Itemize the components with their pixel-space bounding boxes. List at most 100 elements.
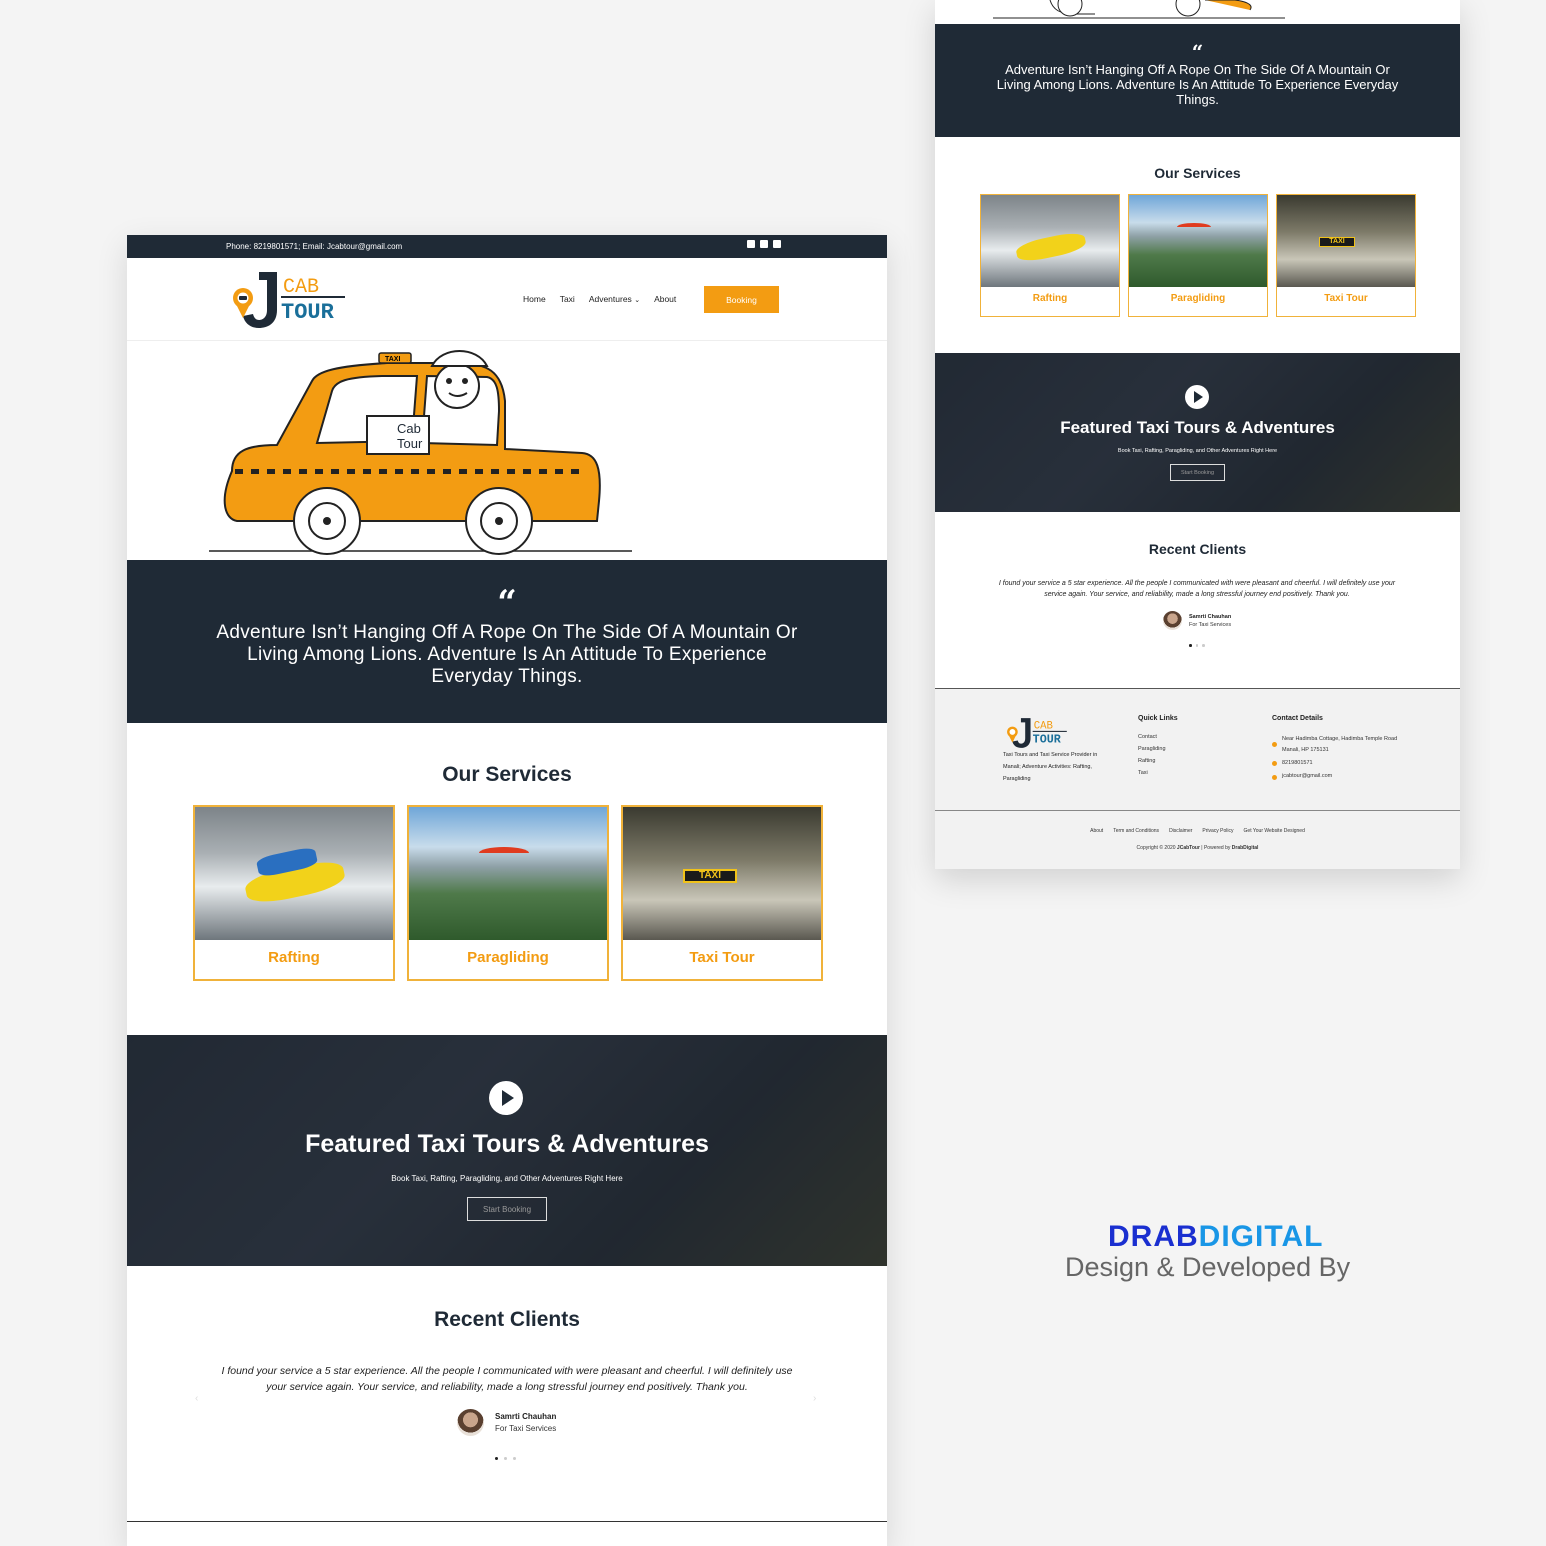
quote-text: Adventure Isn’t Hanging Off A Rope On Th… bbox=[216, 622, 798, 687]
chevron-left-icon[interactable]: ‹ bbox=[195, 1393, 198, 1404]
clients-heading: Recent Clients bbox=[434, 1308, 580, 1331]
hero-roof-sign: TAXI bbox=[385, 356, 400, 363]
footer-link-paragliding[interactable]: Paragliding bbox=[1138, 746, 1166, 752]
logo-tour-text: TOUR bbox=[1033, 733, 1062, 747]
copyright-prefix: Copyright © 2020 bbox=[1136, 845, 1177, 851]
clients-heading: Recent Clients bbox=[1148, 541, 1247, 557]
top-bar-contact: Phone: 8219801571; Email: Jcabtour@gmail… bbox=[226, 242, 403, 251]
brand-part-b: DIGITAL bbox=[1198, 1220, 1324, 1253]
copyright-mid: | Powered by bbox=[1199, 845, 1232, 851]
testimonial-author: Samrti Chauhan For Taxi Services bbox=[457, 1409, 556, 1436]
footer-address: Near Hadimba Cottage, Hadimba Temple Roa… bbox=[1282, 736, 1398, 753]
quote-mark-icon: “ bbox=[1191, 40, 1204, 64]
main-page-mockup: Phone: 8219801571; Email: Jcabtour@gmail… bbox=[127, 235, 887, 1546]
avatar bbox=[457, 1409, 484, 1436]
author-name: Samrti Chauhan bbox=[1189, 613, 1232, 620]
avatar bbox=[1163, 611, 1182, 630]
start-booking-button[interactable]: Start Booking bbox=[1170, 464, 1225, 481]
footer-bottom-links: About Term and Conditions Disclaimer Pri… bbox=[935, 828, 1460, 834]
services-cards: Rafting Paragliding TAXI Taxi Tour bbox=[980, 194, 1416, 317]
carousel-dot[interactable] bbox=[1202, 644, 1205, 647]
logo-tour-text: TOUR bbox=[281, 300, 335, 325]
quick-links-title: Quick Links bbox=[1138, 715, 1178, 722]
paragliding-image bbox=[1129, 195, 1267, 287]
nav-about[interactable]: About bbox=[654, 294, 676, 304]
footer-phone[interactable]: 8219801571 bbox=[1282, 760, 1313, 766]
service-label: Taxi Tour bbox=[1324, 293, 1368, 304]
start-booking-button[interactable]: Start Booking bbox=[467, 1197, 547, 1221]
carousel-dot[interactable] bbox=[513, 1457, 516, 1460]
service-card-paragliding[interactable]: Paragliding bbox=[1128, 194, 1268, 317]
chevron-down-icon: ⌄ bbox=[634, 297, 641, 304]
footer-bottom-link[interactable]: Get Your Website Designed bbox=[1244, 828, 1305, 834]
footer-link-rafting[interactable]: Rafting bbox=[1138, 758, 1155, 764]
footer-bottom-link[interactable]: Privacy Policy bbox=[1202, 828, 1233, 834]
service-card-rafting[interactable]: Rafting bbox=[193, 805, 395, 981]
footer-logo[interactable]: CAB TOUR bbox=[1003, 717, 1073, 749]
carousel-dot[interactable] bbox=[504, 1457, 507, 1460]
nav-adventures[interactable]: Adventures ⌄ bbox=[589, 294, 640, 304]
footer-bottom-link[interactable]: Term and Conditions bbox=[1113, 828, 1159, 834]
hero-sign-tour: Tour bbox=[397, 436, 423, 451]
featured-subtitle: Book Taxi, Rafting, Paragliding, and Oth… bbox=[391, 1174, 623, 1183]
phone-icon bbox=[1272, 761, 1277, 766]
testimonial-text: I found your service a 5 star experience… bbox=[221, 1365, 793, 1393]
footer-bottom-link[interactable]: Disclaimer bbox=[1169, 828, 1192, 834]
footer-link-contact[interactable]: Contact bbox=[1138, 734, 1157, 740]
carousel-dot[interactable] bbox=[495, 1457, 498, 1460]
service-card-rafting[interactable]: Rafting bbox=[980, 194, 1120, 317]
author-name: Samrti Chauhan bbox=[495, 1412, 557, 1421]
quote-banner: “ Adventure Isn’t Hanging Off A Rope On … bbox=[935, 24, 1460, 137]
rafting-image bbox=[195, 807, 393, 940]
footer-description: Taxi Tours and Taxi Service Provider in … bbox=[1003, 752, 1098, 782]
location-icon bbox=[1272, 742, 1277, 747]
copyright-powered[interactable]: DrabDigital bbox=[1232, 845, 1259, 851]
nav-taxi[interactable]: Taxi bbox=[560, 294, 575, 304]
service-label: Rafting bbox=[268, 949, 320, 966]
author-role: For Taxi Services bbox=[495, 1424, 557, 1433]
brand-part-a: DRAB bbox=[1108, 1220, 1199, 1253]
contact-details-title: Contact Details bbox=[1272, 715, 1323, 722]
instagram-icon[interactable] bbox=[760, 240, 768, 248]
author-role: For Taxi Services bbox=[1189, 621, 1232, 628]
service-label: Taxi Tour bbox=[689, 949, 755, 966]
chevron-right-icon[interactable]: › bbox=[813, 1393, 816, 1404]
services-heading: Our Services bbox=[442, 763, 572, 786]
nav-home[interactable]: Home bbox=[523, 294, 546, 304]
twitter-icon[interactable] bbox=[773, 240, 781, 248]
testimonial-text: I found your service a 5 star experience… bbox=[998, 580, 1396, 598]
play-icon[interactable] bbox=[1185, 385, 1209, 409]
main-nav: Home Taxi Adventures ⌄ About bbox=[523, 294, 676, 304]
footer-link-taxi[interactable]: Taxi bbox=[1138, 770, 1148, 776]
booking-button[interactable]: Booking bbox=[704, 286, 779, 313]
copyright-brand[interactable]: JCabTour bbox=[1177, 845, 1200, 851]
carousel-dot[interactable] bbox=[1195, 644, 1198, 647]
quote-banner: “ Adventure Isn’t Hanging Off A Rope On … bbox=[127, 560, 887, 723]
credit-tagline: Design & Developed By bbox=[1065, 1252, 1351, 1282]
carousel-dot[interactable] bbox=[1189, 644, 1192, 647]
taxi-sign: TAXI bbox=[1319, 237, 1355, 247]
jcabtour-logo[interactable]: CAB TOUR bbox=[231, 270, 351, 330]
footer-bottom-link[interactable]: About bbox=[1090, 828, 1103, 834]
email-icon bbox=[1272, 775, 1277, 780]
footer-separator bbox=[935, 810, 1460, 811]
footer-divider bbox=[127, 1521, 887, 1522]
top-bar: Phone: 8219801571; Email: Jcabtour@gmail… bbox=[127, 235, 887, 258]
service-card-taxi-tour[interactable]: TAXI Taxi Tour bbox=[1276, 194, 1416, 317]
rafting-image bbox=[981, 195, 1119, 287]
taxi-sign: TAXI bbox=[683, 869, 737, 883]
play-icon[interactable] bbox=[489, 1081, 523, 1115]
service-card-taxi-tour[interactable]: TAXI Taxi Tour bbox=[621, 805, 823, 981]
paragliding-image bbox=[409, 807, 607, 940]
featured-title: Featured Taxi Tours & Adventures bbox=[1060, 418, 1335, 437]
quote-mark-icon: “ bbox=[497, 583, 517, 623]
service-label: Paragliding bbox=[467, 949, 549, 966]
nav-adventures-label: Adventures bbox=[588, 294, 632, 304]
service-card-paragliding[interactable]: Paragliding bbox=[407, 805, 609, 981]
services-heading: Our Services bbox=[1154, 165, 1241, 181]
facebook-icon[interactable] bbox=[747, 240, 755, 248]
carousel-dots bbox=[1189, 644, 1205, 647]
testimonial-author: Samrti Chauhan For Taxi Services bbox=[1163, 611, 1231, 630]
footer-email[interactable]: jcabtour@gmail.com bbox=[1282, 773, 1332, 779]
service-label: Paragliding bbox=[1170, 293, 1226, 304]
